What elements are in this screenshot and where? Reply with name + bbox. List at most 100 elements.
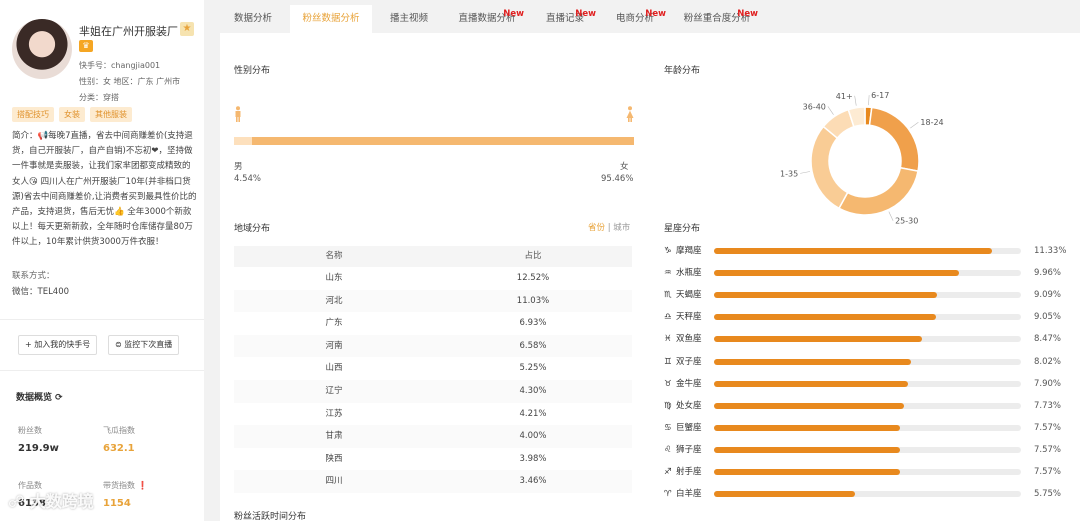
region-name: 河南 — [325, 340, 343, 351]
age-slice[interactable] — [810, 125, 849, 210]
zodiac-pct: 7.90% — [1034, 378, 1062, 389]
tab-fans-analysis[interactable]: 粉丝数据分析 — [290, 5, 372, 33]
contact-value: 微信：TEL400 — [12, 287, 70, 297]
zodiac-bar — [714, 292, 938, 299]
zodiac-sign-icon: ♏ — [664, 290, 672, 301]
region-pct: 6.58% — [519, 340, 547, 351]
male-icon — [235, 106, 241, 122]
gender-region: 性别：女 地区：广东 广州市 — [79, 77, 181, 86]
tab-ecommerce[interactable]: 电商分析 New — [602, 5, 668, 33]
zodiac-pct: 8.02% — [1034, 356, 1062, 367]
col-name: 名称 — [325, 251, 343, 261]
zodiac-pct: 8.47% — [1034, 334, 1062, 345]
region-pct: 5.25% — [519, 363, 547, 374]
tag[interactable]: 其他服装 — [90, 107, 132, 122]
tab-videos[interactable]: 播主视频 — [376, 5, 442, 33]
zodiac-track — [714, 424, 1021, 431]
tab-live-records[interactable]: 直播记录 New — [532, 5, 598, 33]
zodiac-name: 天蝎座 — [676, 290, 702, 301]
divider — [0, 370, 204, 371]
zodiac-row: ♉ 金牛座 7.90% — [664, 373, 1080, 395]
new-badge: New — [503, 9, 524, 19]
age-label: 41+ — [836, 92, 853, 101]
zodiac-label: ♈ 白羊座 — [664, 483, 702, 505]
zodiac-row: ♐ 射手座 7.57% — [664, 461, 1080, 483]
zodiac-track — [714, 380, 1021, 387]
region-pct: 3.46% — [519, 476, 547, 487]
age-label-line — [888, 211, 894, 221]
zodiac-label: ♌ 狮子座 — [664, 439, 702, 461]
tag[interactable]: 搭配技巧 — [12, 107, 54, 122]
zodiac-label: ♑ 摩羯座 — [664, 240, 702, 262]
zodiac-track — [714, 248, 1021, 254]
age-slice[interactable] — [868, 106, 920, 172]
col-pct: 占比 — [524, 251, 542, 261]
zodiac-bar — [714, 248, 993, 254]
zodiac-sign-icon: ♊ — [664, 356, 672, 367]
goods-value: 1154 — [103, 498, 131, 509]
zodiac-label: ♏ 天蝎座 — [664, 284, 702, 306]
region-name: 辽宁 — [325, 386, 343, 396]
tab-live-analysis[interactable]: 直播数据分析 New — [446, 5, 528, 33]
zodiac-row: ♌ 狮子座 7.57% — [664, 439, 1080, 461]
zodiac-sign-icon: ♎ — [664, 312, 672, 323]
tab-data-analysis[interactable]: 数据分析 — [220, 5, 286, 33]
tab-fans-overlap[interactable]: 粉丝重合度分析 New — [672, 5, 762, 33]
divider — [0, 319, 204, 320]
age-donut-chart: 6-17 18-24 25-30 31-35 36-40 41+ — [780, 91, 944, 226]
feigua-label: 飞瓜指数 — [103, 426, 135, 435]
zodiac-track — [714, 270, 1021, 277]
region-pct: 6.93% — [519, 318, 547, 329]
table-row: 甘肃 4.00% — [234, 425, 632, 448]
zodiac-sign-icon: ♐ — [664, 467, 672, 477]
region-name: 江苏 — [325, 408, 343, 419]
add-to-my-accounts-button[interactable]: + 加入我的快手号 — [18, 335, 98, 355]
switch-city[interactable]: 城市 — [613, 223, 630, 233]
switch-province[interactable]: 省份 — [588, 223, 605, 233]
zodiac-row: ♋ 巨蟹座 7.57% — [664, 417, 1080, 439]
table-row: 四川 3.46% — [234, 470, 632, 493]
zodiac-sign-icon: ♈ — [664, 489, 672, 500]
zodiac-track — [714, 446, 1021, 453]
zodiac-sign-icon: ♋ — [664, 422, 672, 433]
zodiac-row: ♎ 天秤座 9.05% — [664, 306, 1080, 328]
watermark: ☍ 大数跨境 — [8, 492, 94, 511]
age-label: 31-35 — [780, 169, 798, 178]
kuaishou-id: 快手号：changjia001 — [79, 61, 161, 70]
monitor-next-live-button[interactable]: ⊜ 监控下次直播 — [108, 335, 180, 355]
zodiac-bar — [714, 380, 909, 387]
zodiac-pct: 9.09% — [1034, 290, 1062, 301]
zodiac-pct: 7.57% — [1034, 467, 1062, 477]
zodiac-sign-icon: ♓ — [664, 334, 672, 345]
region-pct: 4.00% — [519, 431, 547, 442]
table-row: 河北 11.03% — [234, 289, 632, 313]
table-row: 山西 5.25% — [234, 357, 632, 380]
region-name: 山东 — [325, 273, 343, 283]
region-name: 山西 — [325, 363, 343, 374]
region-name: 甘肃 — [325, 431, 343, 442]
zodiac-sign-icon: ♒ — [664, 268, 672, 279]
region-pct: 12.52% — [516, 273, 550, 283]
gender-bar — [234, 137, 634, 145]
zodiac-pct: 9.96% — [1034, 268, 1062, 279]
zodiac-bar — [714, 446, 900, 453]
age-label-line — [800, 171, 811, 174]
crown-icon: ♛ — [79, 40, 93, 52]
age-label: 6-17 — [871, 91, 889, 100]
zodiac-name: 白羊座 — [676, 489, 702, 500]
female-pct: 95.46% — [601, 174, 634, 184]
avatar[interactable] — [12, 19, 72, 79]
age-label-line — [868, 95, 870, 106]
favorite-star-icon[interactable]: ★ — [180, 22, 194, 36]
tab-label: 粉丝数据分析 — [302, 13, 360, 24]
zodiac-track — [714, 314, 1021, 321]
zodiac-track — [714, 469, 1021, 475]
zodiac-sign-icon: ♌ — [664, 444, 672, 455]
zodiac-label: ♎ 天秤座 — [664, 306, 702, 328]
age-label: 25-30 — [895, 217, 918, 226]
zodiac-sign-icon: ♍ — [664, 400, 672, 411]
new-badge: New — [645, 9, 666, 19]
tag[interactable]: 女装 — [59, 107, 85, 122]
age-slice[interactable] — [837, 166, 919, 216]
age-label-line — [854, 95, 857, 106]
